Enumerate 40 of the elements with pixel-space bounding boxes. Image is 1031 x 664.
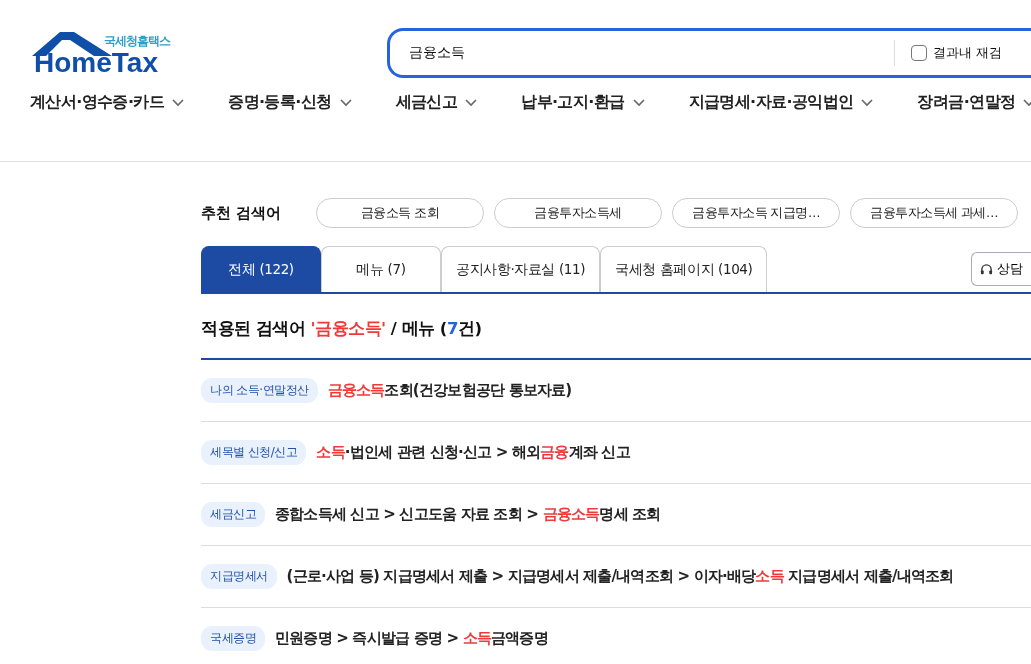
chevron-down-icon [1023, 98, 1031, 107]
result-link[interactable]: 금융소득조회(건강보험공단 통보자료) [327, 381, 572, 400]
nav-menu-item[interactable]: 세금신고 [395, 88, 478, 117]
category-tag: 지급명세서 [201, 564, 277, 589]
keyword-chip[interactable]: 금융투자소득세 과세… [850, 198, 1018, 228]
result-link[interactable]: 종합소득세 신고 > 신고도움 자료 조회 > 금융소득명세 조회 [275, 505, 661, 524]
chevron-down-icon [465, 98, 478, 107]
result-link[interactable]: 민원증명 > 즉시발급 증명 > 소득금액증명 [275, 629, 548, 648]
headset-icon [980, 262, 993, 276]
nav-menu-item[interactable]: 증명·등록·신청 [228, 88, 352, 117]
result-link[interactable]: (근로·사업 등) 지급명세서 제출 > 지급명세서 제출/내역조회 > 이자·배당소득 지급명세서 제출/내역조회 [286, 567, 954, 586]
result-tab[interactable]: 전체 (122) [201, 246, 321, 292]
category-tag: 국세증명 [201, 626, 265, 651]
result-link[interactable]: 소득·법인세 관련 신청·신고 > 해외금융계좌 신고 [316, 443, 630, 462]
nav-menu-item[interactable]: 지급명세·자료·공익법인 [688, 88, 874, 117]
logo-wordmark: HomeTax [34, 48, 158, 78]
nav-menu-item[interactable]: 납부·고지·환급 [521, 88, 645, 117]
nav-menu-item[interactable]: 계산서·영수증·카드 [30, 88, 185, 117]
recommended-label: 추천 검색어 [201, 203, 283, 223]
chevron-down-icon [339, 98, 352, 107]
logo-subtitle: 국세청홈택스 [104, 33, 170, 50]
keyword-chip[interactable]: 금융투자소득 지급명… [672, 198, 840, 228]
search-input[interactable]: 금융소득 [390, 45, 870, 61]
refine-checkbox[interactable] [911, 45, 927, 61]
result-tab[interactable]: 국세청 홈페이지 (104) [600, 246, 768, 292]
refine-label: 결과내 재검 [933, 44, 1003, 62]
result-tab[interactable]: 공지사항·자료실 (11) [441, 246, 601, 292]
result-tab[interactable]: 메뉴 (7) [321, 246, 441, 292]
chevron-down-icon [172, 98, 185, 107]
keyword-chip[interactable]: 금융투자소득세 [494, 198, 662, 228]
chevron-down-icon [632, 98, 645, 107]
keyword-chip[interactable]: 금융소득 조회 [316, 198, 484, 228]
consult-button[interactable]: 상담 [971, 252, 1031, 286]
category-tag: 세목별 신청/신고 [201, 440, 307, 465]
hometax-logo[interactable]: 국세청홈택스 HomeTax [30, 30, 180, 78]
category-tag: 세금신고 [201, 502, 265, 527]
category-tag: 나의 소득·연말정산 [201, 378, 318, 403]
results-heading: 적용된 검색어 '금융소득' / 메뉴 (7건) [201, 318, 1031, 360]
nav-menu-item[interactable]: 장려금·연말정 [917, 88, 1031, 117]
chevron-down-icon [861, 98, 874, 107]
